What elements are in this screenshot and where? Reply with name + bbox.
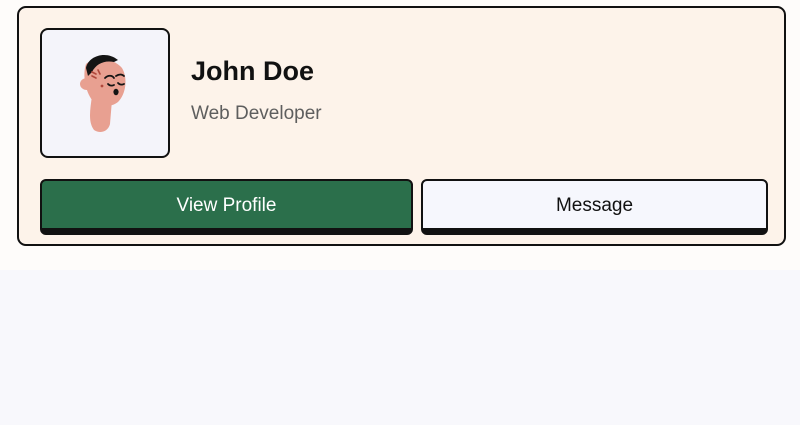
profile-role: Web Developer (191, 103, 322, 124)
message-button[interactable]: Message (421, 179, 768, 235)
avatar (40, 28, 170, 158)
view-profile-button[interactable]: View Profile (40, 179, 413, 235)
profile-card: John Doe Web Developer View Profile Mess… (17, 6, 786, 246)
profile-name: John Doe (191, 56, 315, 86)
avatar-illustration (80, 54, 126, 132)
